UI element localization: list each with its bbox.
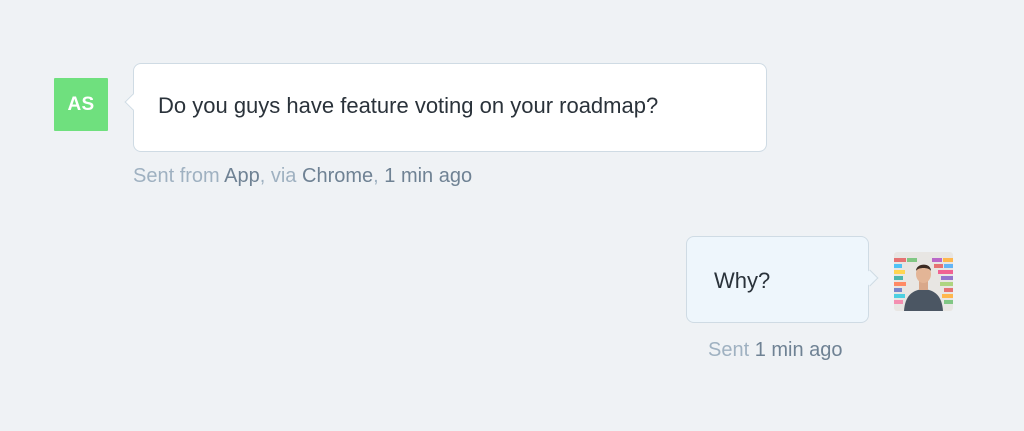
via-label: , via [259,165,297,187]
outgoing-bubble-tail [861,269,878,287]
sent-label: Sent [708,339,750,361]
incoming-message-bubble: Do you guys have feature voting on your … [124,63,767,152]
outgoing-message-bubble: Why? [686,236,878,323]
outgoing-timestamp: 1 min ago [754,339,843,361]
outgoing-message-meta: Sent 1 min ago [708,339,843,362]
meta-separator: , [373,165,379,187]
agent-photo-icon [894,252,953,311]
incoming-message-text: Do you guys have feature voting on your … [158,93,659,118]
agent-avatar [894,252,953,311]
customer-initials: AS [67,93,95,115]
incoming-message-meta: Sent from App, via Chrome, 1 min ago [133,165,472,188]
browser-name: Chrome [302,165,374,187]
incoming-timestamp: 1 min ago [384,165,473,187]
outgoing-message-text: Why? [714,268,771,293]
customer-avatar: AS [54,78,108,131]
source-app: App [224,165,260,187]
sent-from-label: Sent from [133,165,220,187]
incoming-bubble-tail [124,93,141,111]
